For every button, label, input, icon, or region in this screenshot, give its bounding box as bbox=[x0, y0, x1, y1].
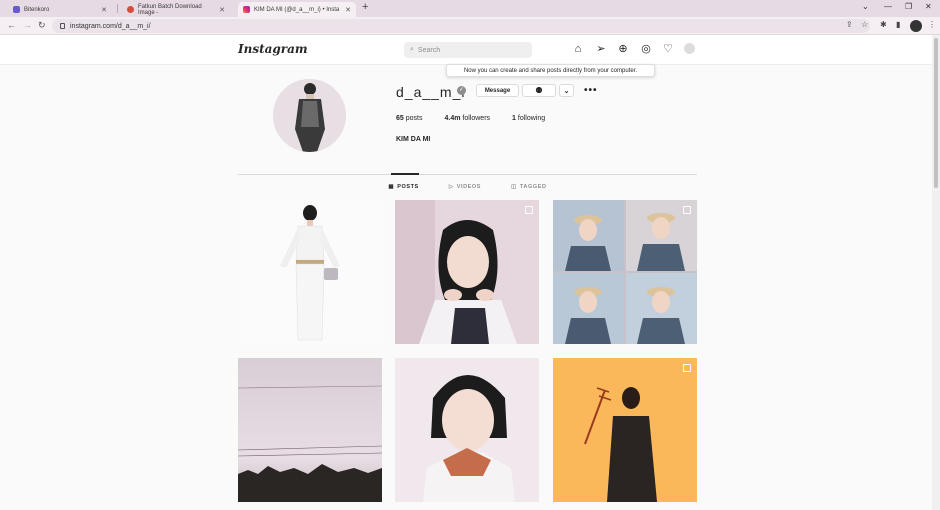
tab-title: Fatkun Batch Download Image - bbox=[138, 3, 202, 16]
following-stat[interactable]: 1 following bbox=[512, 115, 545, 122]
browser-tab-1[interactable]: Bitenkoro ✕ bbox=[8, 2, 112, 17]
reload-icon[interactable]: ↻ bbox=[38, 20, 46, 31]
new-tab-button[interactable]: + bbox=[362, 1, 368, 13]
instagram-logo[interactable]: Instagram bbox=[238, 42, 308, 56]
browser-profile-avatar[interactable] bbox=[910, 20, 922, 32]
tab-favicon-icon bbox=[127, 6, 134, 13]
activity-heart-icon[interactable]: ♡ bbox=[662, 43, 674, 55]
post-white-outfit[interactable] bbox=[238, 200, 382, 344]
post-closeup-pink[interactable] bbox=[395, 200, 539, 344]
forward-icon[interactable]: → bbox=[23, 20, 32, 30]
restore-icon[interactable]: ❐ bbox=[905, 2, 912, 11]
profile-full-name: KIM DA MI bbox=[396, 136, 431, 143]
browser-menu-icon[interactable]: ⋮ bbox=[928, 20, 936, 29]
instagram-page: Instagram ⌕ Search ⌂ ➢ ⊕ ◎ ♡ Now you can… bbox=[0, 35, 932, 510]
new-post-icon[interactable]: ⊕ bbox=[617, 43, 629, 55]
tab-posts[interactable]: ▦ POSTS bbox=[388, 181, 418, 193]
explore-icon[interactable]: ◎ bbox=[640, 43, 652, 55]
tab-tagged[interactable]: ◫ TAGGED bbox=[511, 181, 547, 193]
direct-messages-icon[interactable]: ➢ bbox=[595, 43, 607, 55]
post-photo-grid[interactable] bbox=[553, 200, 697, 344]
tag-icon: ◫ bbox=[511, 184, 517, 190]
post-yellow-background[interactable] bbox=[553, 358, 697, 502]
lock-icon bbox=[60, 23, 65, 29]
back-icon[interactable]: ← bbox=[7, 20, 16, 30]
tab-title: KIM DA MI (@d_a__m_i) • Insta bbox=[254, 6, 340, 13]
profile-tabs: ▦ POSTS ▷ VIDEOS ◫ TAGGED bbox=[238, 181, 697, 193]
scrollbar-thumb[interactable] bbox=[934, 38, 938, 188]
suggested-dropdown-chevron-icon[interactable]: ⌄ bbox=[559, 84, 574, 97]
profile-avatar-icon[interactable] bbox=[684, 43, 695, 54]
instagram-favicon-icon bbox=[243, 6, 250, 13]
options-more-icon[interactable]: ••• bbox=[584, 85, 598, 96]
post-sky-landscape[interactable] bbox=[238, 358, 382, 502]
followers-stat[interactable]: 4.4m followers bbox=[444, 115, 490, 122]
tab-close-icon[interactable]: ✕ bbox=[101, 6, 107, 14]
bookmark-star-icon[interactable]: ☆ bbox=[861, 20, 868, 29]
tab-search-icon[interactable]: ⌄ bbox=[862, 2, 869, 11]
active-tab-indicator bbox=[391, 173, 419, 175]
create-post-tooltip: Now you can create and share posts direc… bbox=[446, 64, 655, 77]
tab-close-icon[interactable]: ✕ bbox=[219, 6, 225, 14]
browser-tab-2[interactable]: Fatkun Batch Download Image - ✕ bbox=[122, 2, 230, 17]
tab-favicon-icon bbox=[13, 6, 20, 13]
profile-username: d_a__m_i bbox=[396, 84, 466, 100]
url-field[interactable]: instagram.com/d_a__m_i/ bbox=[52, 19, 870, 33]
address-bar: ← → ↻ instagram.com/d_a__m_i/ ⇪ ☆ ✱ ▮ ⋮ bbox=[0, 17, 940, 35]
home-icon[interactable]: ⌂ bbox=[572, 43, 584, 55]
grid-icon: ▦ bbox=[388, 184, 395, 190]
tab-videos[interactable]: ▷ VIDEOS bbox=[449, 181, 481, 193]
profile-divider bbox=[238, 174, 697, 175]
tab-close-icon[interactable]: ✕ bbox=[345, 6, 351, 14]
close-window-icon[interactable]: ✕ bbox=[925, 2, 932, 11]
multiple-photos-icon bbox=[683, 364, 691, 372]
browser-tab-bar: Bitenkoro ✕ Fatkun Batch Download Image … bbox=[0, 0, 940, 17]
tab-title: Bitenkoro bbox=[24, 6, 50, 13]
url-text: instagram.com/d_a__m_i/ bbox=[70, 22, 151, 30]
message-button[interactable]: Message bbox=[476, 84, 519, 97]
sidebar-icon[interactable]: ▮ bbox=[896, 20, 900, 29]
video-icon: ▷ bbox=[448, 184, 454, 190]
follow-person-icon[interactable]: ⚉ bbox=[522, 84, 556, 97]
browser-tab-3[interactable]: KIM DA MI (@d_a__m_i) • Insta ✕ bbox=[238, 2, 356, 17]
verified-badge-icon: ✓ bbox=[457, 86, 466, 95]
multiple-photos-icon bbox=[683, 206, 691, 214]
minimize-icon[interactable]: — bbox=[884, 2, 892, 11]
post-portrait-red-collar[interactable] bbox=[395, 358, 539, 502]
profile-stats: 65 posts 4.4m followers 1 following bbox=[396, 115, 545, 122]
search-placeholder: Search bbox=[417, 46, 441, 54]
search-input[interactable]: ⌕ Search bbox=[404, 42, 532, 58]
instagram-header: Instagram ⌕ Search ⌂ ➢ ⊕ ◎ ♡ bbox=[0, 35, 932, 65]
posts-stat: 65 posts bbox=[396, 115, 423, 122]
extensions-icon[interactable]: ✱ bbox=[880, 20, 887, 29]
search-icon: ⌕ bbox=[410, 46, 414, 53]
share-icon[interactable]: ⇪ bbox=[846, 20, 853, 29]
profile-picture[interactable] bbox=[273, 79, 346, 152]
multiple-photos-icon bbox=[525, 206, 533, 214]
